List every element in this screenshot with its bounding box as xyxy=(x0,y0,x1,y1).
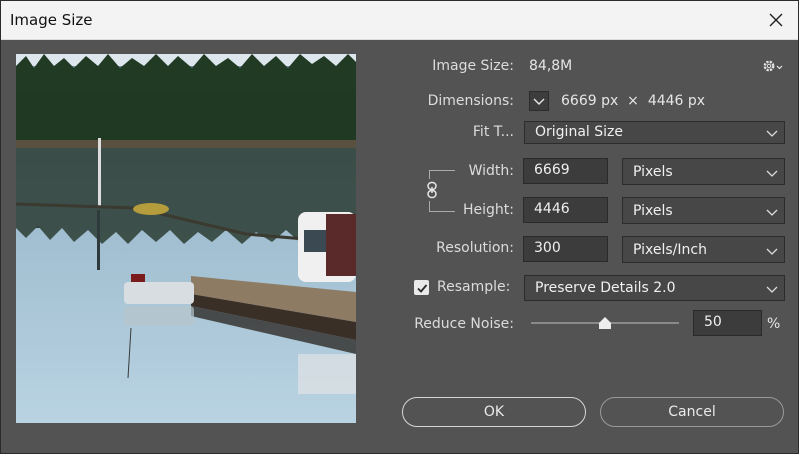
fit-to-label: Fit T... xyxy=(472,124,514,140)
ok-button[interactable]: OK xyxy=(402,397,586,427)
height-unit-select[interactable]: Pixels xyxy=(622,197,785,224)
width-label: Width: xyxy=(468,163,514,179)
resample-method-select[interactable]: Preserve Details 2.0 xyxy=(524,275,785,301)
fit-to-select[interactable]: Original Size xyxy=(524,121,785,144)
resolution-unit-select[interactable]: Pixels/Inch xyxy=(622,236,785,263)
link-icon xyxy=(427,181,437,199)
reduce-noise-slider-thumb-base[interactable] xyxy=(599,323,611,329)
check-icon xyxy=(416,283,427,293)
image-preview[interactable] xyxy=(16,54,356,423)
resample-label[interactable]: Resample: xyxy=(437,279,510,295)
chevron-down-icon xyxy=(766,248,778,255)
width-unit-select[interactable]: Pixels xyxy=(622,158,785,185)
dimensions-times: × xyxy=(627,93,639,109)
resample-method-selected: Preserve Details 2.0 xyxy=(535,280,676,296)
settings-button[interactable] xyxy=(761,57,785,75)
resolution-label: Resolution: xyxy=(436,240,514,256)
image-size-label: Image Size: xyxy=(432,58,514,74)
constrain-proportions-toggle[interactable] xyxy=(423,179,441,201)
width-unit-selected: Pixels xyxy=(633,164,673,180)
chevron-down-icon xyxy=(533,98,545,105)
dimensions-width: 6669 xyxy=(561,93,597,109)
dimensions-width-unit: px xyxy=(601,93,619,109)
height-unit-selected: Pixels xyxy=(633,203,673,219)
preview-photo xyxy=(16,54,356,423)
fit-to-selected: Original Size xyxy=(535,124,623,140)
image-size-value: 84,8M xyxy=(529,58,573,74)
dialog-title: Image Size xyxy=(10,11,93,29)
close-button[interactable] xyxy=(762,7,790,33)
dimensions-height: 4446 xyxy=(647,93,684,109)
close-icon xyxy=(769,13,783,27)
chevron-down-icon xyxy=(766,170,778,177)
reduce-noise-input[interactable]: 50 xyxy=(693,310,762,336)
resolution-input[interactable]: 300 xyxy=(523,236,608,262)
cancel-button[interactable]: Cancel xyxy=(600,397,784,427)
height-label: Height: xyxy=(463,202,514,218)
dimensions-height-unit: px xyxy=(687,93,706,109)
dimensions-label: Dimensions: xyxy=(427,93,514,109)
chevron-down-icon xyxy=(766,286,778,293)
resolution-unit-selected: Pixels/Inch xyxy=(633,242,707,258)
gear-icon xyxy=(763,60,783,72)
height-input[interactable]: 4446 xyxy=(523,197,608,223)
chevron-down-icon xyxy=(766,130,778,137)
reduce-noise-unit: % xyxy=(767,316,781,332)
width-input[interactable]: 6669 xyxy=(523,158,608,184)
dimensions-unit-dropdown[interactable] xyxy=(529,91,549,111)
resample-checkbox[interactable] xyxy=(414,280,429,295)
title-bar: Image Size xyxy=(1,1,798,40)
image-size-dialog: Image Size Image Size: 84,8M Dimensions:… xyxy=(0,0,799,454)
reduce-noise-label: Reduce Noise: xyxy=(414,316,514,332)
dimensions-value: 6669 px × 4446 px xyxy=(561,93,705,109)
chevron-down-icon xyxy=(766,209,778,216)
